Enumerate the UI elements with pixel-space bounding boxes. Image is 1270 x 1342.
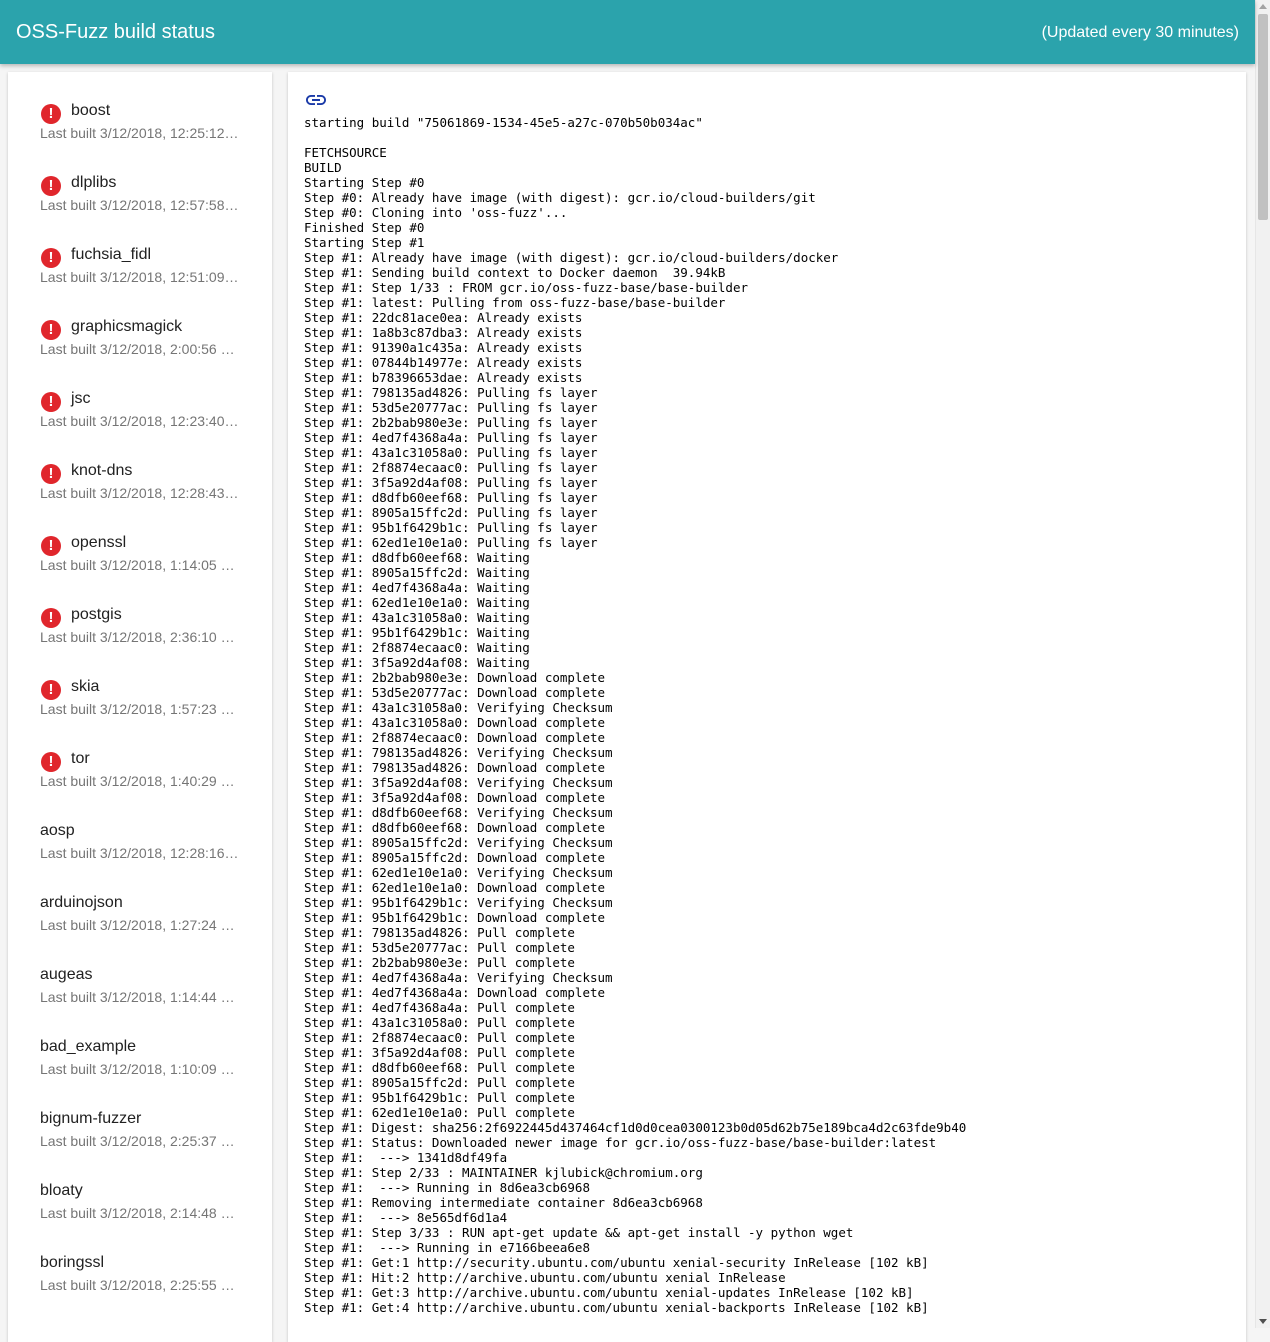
project-item[interactable]: ! openssl Last built 3/12/2018, 1:14:05 PM bbox=[8, 516, 272, 588]
project-item[interactable]: arduinojson Last built 3/12/2018, 1:27:24… bbox=[8, 876, 272, 948]
error-icon: ! bbox=[41, 536, 61, 556]
project-name: graphicsmagick bbox=[71, 318, 183, 335]
last-built-text: Last built 3/12/2018, 12:51:09 PM bbox=[40, 269, 240, 285]
project-name: openssl bbox=[71, 534, 127, 551]
build-log-panel: starting build "75061869-1534-45e5-a27c-… bbox=[288, 72, 1246, 1342]
project-item[interactable]: ! jsc Last built 3/12/2018, 12:23:40 PM bbox=[8, 372, 272, 444]
project-name: fuchsia_fidl bbox=[71, 246, 152, 263]
error-icon: ! bbox=[41, 104, 61, 124]
project-list: ! boost Last built 3/12/2018, 12:25:12 PM!… bbox=[8, 72, 272, 1342]
last-built-text: Last built 3/12/2018, 12:23:40 PM bbox=[40, 413, 240, 429]
build-log: starting build "75061869-1534-45e5-a27c-… bbox=[304, 115, 967, 1315]
last-built-text: Last built 3/12/2018, 1:10:09 PM bbox=[40, 1061, 240, 1077]
error-icon: ! bbox=[41, 176, 61, 196]
last-built-text: Last built 3/12/2018, 2:36:10 PM bbox=[40, 629, 240, 645]
last-built-text: Last built 3/12/2018, 12:28:43 PM bbox=[40, 485, 240, 501]
project-name: boost bbox=[71, 102, 111, 119]
project-item[interactable]: bignum-fuzzer Last built 3/12/2018, 2:25:… bbox=[8, 1092, 272, 1164]
last-built-text: Last built 3/12/2018, 12:28:16 PM bbox=[40, 845, 240, 861]
project-item[interactable]: ! dlplibs Last built 3/12/2018, 12:57:58 P… bbox=[8, 156, 272, 228]
project-item[interactable]: ! knot-dns Last built 3/12/2018, 12:28:43 … bbox=[8, 444, 272, 516]
last-built-text: Last built 3/12/2018, 12:25:12 PM bbox=[40, 125, 240, 141]
project-item[interactable]: ! fuchsia_fidl Last built 3/12/2018, 12:51… bbox=[8, 228, 272, 300]
project-name: boringssl bbox=[40, 1254, 105, 1271]
scroll-down-arrow-icon[interactable] bbox=[1259, 1319, 1267, 1324]
app-header: OSS-Fuzz build status (Updated every 30 … bbox=[0, 0, 1255, 64]
page-title: OSS-Fuzz build status bbox=[16, 21, 215, 43]
project-name: dlplibs bbox=[71, 174, 117, 191]
project-item[interactable]: augeas Last built 3/12/2018, 1:14:44 PM bbox=[8, 948, 272, 1020]
page-scrollbar[interactable] bbox=[1255, 0, 1270, 1328]
scroll-thumb[interactable] bbox=[1258, 14, 1268, 220]
last-built-text: Last built 3/12/2018, 2:25:55 PM bbox=[40, 1277, 240, 1293]
project-name: bignum-fuzzer bbox=[40, 1110, 142, 1127]
last-built-text: Last built 3/12/2018, 1:40:29 PM bbox=[40, 773, 240, 789]
last-built-text: Last built 3/12/2018, 2:00:56 PM bbox=[40, 341, 240, 357]
project-name: skia bbox=[71, 678, 100, 695]
error-icon: ! bbox=[41, 392, 61, 412]
error-icon: ! bbox=[41, 464, 61, 484]
project-name: jsc bbox=[71, 390, 91, 407]
project-name: arduinojson bbox=[40, 894, 123, 911]
last-built-text: Last built 3/12/2018, 12:57:58 PM bbox=[40, 197, 240, 213]
error-icon: ! bbox=[41, 248, 61, 268]
project-item[interactable]: bad_example Last built 3/12/2018, 1:10:09… bbox=[8, 1020, 272, 1092]
project-item[interactable]: ! skia Last built 3/12/2018, 1:57:23 PM bbox=[8, 660, 272, 732]
project-name: postgis bbox=[71, 606, 122, 623]
error-icon: ! bbox=[41, 320, 61, 340]
project-item[interactable]: ! boost Last built 3/12/2018, 12:25:12 PM bbox=[8, 84, 272, 156]
link-icon[interactable] bbox=[304, 90, 328, 110]
project-name: tor bbox=[71, 750, 90, 767]
last-built-text: Last built 3/12/2018, 1:27:24 PM bbox=[40, 917, 240, 933]
update-note: (Updated every 30 minutes) bbox=[1041, 24, 1239, 41]
last-built-text: Last built 3/12/2018, 1:14:44 PM bbox=[40, 989, 240, 1005]
project-item[interactable]: bloaty Last built 3/12/2018, 2:14:48 PM bbox=[8, 1164, 272, 1236]
error-icon: ! bbox=[41, 680, 61, 700]
error-icon: ! bbox=[41, 752, 61, 772]
last-built-text: Last built 3/12/2018, 2:25:37 PM bbox=[40, 1133, 240, 1149]
project-name: bloaty bbox=[40, 1182, 83, 1199]
last-built-text: Last built 3/12/2018, 1:14:05 PM bbox=[40, 557, 240, 573]
project-name: bad_example bbox=[40, 1038, 137, 1055]
error-icon: ! bbox=[41, 608, 61, 628]
project-name: aosp bbox=[40, 822, 75, 839]
last-built-text: Last built 3/12/2018, 1:57:23 PM bbox=[40, 701, 240, 717]
project-name: knot-dns bbox=[71, 462, 133, 479]
project-name: augeas bbox=[40, 966, 93, 983]
project-item[interactable]: boringssl Last built 3/12/2018, 2:25:55 P… bbox=[8, 1236, 272, 1308]
project-item[interactable]: ! tor Last built 3/12/2018, 1:40:29 PM bbox=[8, 732, 272, 804]
project-item[interactable]: ! postgis Last built 3/12/2018, 2:36:10 PM bbox=[8, 588, 272, 660]
project-item[interactable]: ! graphicsmagick Last built 3/12/2018, 2:0… bbox=[8, 300, 272, 372]
scroll-up-arrow-icon[interactable] bbox=[1259, 4, 1267, 9]
last-built-text: Last built 3/12/2018, 2:14:48 PM bbox=[40, 1205, 240, 1221]
project-item[interactable]: aosp Last built 3/12/2018, 12:28:16 PM bbox=[8, 804, 272, 876]
